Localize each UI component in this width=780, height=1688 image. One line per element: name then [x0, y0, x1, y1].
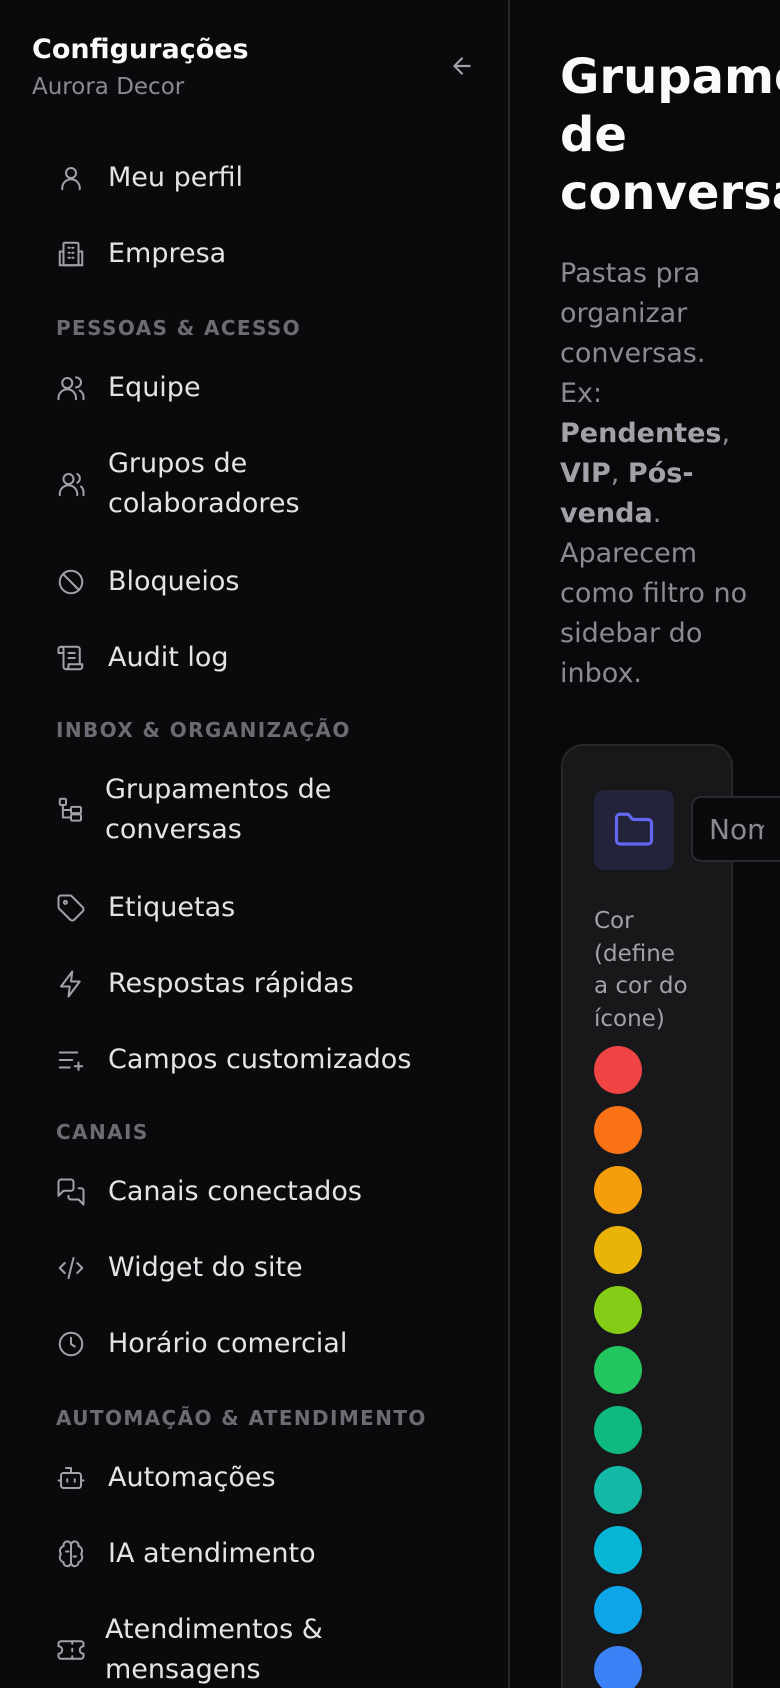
users-icon — [56, 373, 86, 403]
sidebar-item-widget-site[interactable]: Widget do site — [56, 1248, 456, 1288]
sidebar-item-ia-atendimento[interactable]: IA atendimento — [56, 1534, 456, 1574]
users-group-icon — [56, 469, 86, 499]
color-swatch[interactable] — [594, 1346, 642, 1394]
sidebar-item-label: Empresa — [108, 238, 227, 269]
sidebar-item-grupos-colaboradores[interactable]: Grupos de colaboradores — [56, 444, 456, 524]
sidebar-item-label: Widget do site — [108, 1252, 303, 1283]
color-swatch[interactable] — [594, 1166, 642, 1214]
color-label: Cor (define a cor do ícone) — [594, 908, 688, 1032]
sidebar-item-label: Bloqueios — [108, 566, 240, 597]
sidebar-item-campos-customizados[interactable]: Campos customizados — [56, 1040, 456, 1080]
sidebar-item-bloqueios[interactable]: Bloqueios — [56, 562, 456, 602]
sidebar-item-grupamentos[interactable]: Grupamentos de conversas — [56, 770, 456, 850]
sidebar-header: Configurações Aurora Decor — [32, 30, 249, 104]
group-name-input[interactable] — [691, 796, 780, 862]
icon-preview — [594, 790, 674, 870]
messages-icon — [56, 1177, 86, 1207]
sidebar-item-label: Horário comercial — [108, 1328, 348, 1359]
sidebar-item-label: Etiquetas — [108, 892, 236, 923]
sidebar-item-canais-conectados[interactable]: Canais conectados — [56, 1172, 456, 1212]
section-label-automacao: AUTOMAÇÃO & ATENDIMENTO — [56, 1406, 427, 1430]
new-group-form-card — [561, 744, 733, 1688]
bot-icon — [56, 1463, 86, 1493]
color-swatch[interactable] — [594, 1646, 642, 1688]
page-title-line: conversas — [560, 165, 780, 221]
color-swatch[interactable] — [594, 1526, 642, 1574]
scroll-icon — [56, 643, 86, 673]
page-title-line: Grupamentos — [560, 49, 780, 105]
sidebar-item-horario-comercial[interactable]: Horário comercial — [56, 1324, 456, 1364]
sidebar-item-automacoes[interactable]: Automações — [56, 1458, 456, 1498]
sidebar-item-atendimentos-mensagens[interactable]: Atendimentos & mensagens — [56, 1610, 456, 1688]
sidebar-item-etiquetas[interactable]: Etiquetas — [56, 888, 456, 928]
code-icon — [56, 1253, 86, 1283]
sidebar-title: Configurações — [32, 34, 249, 65]
ban-icon — [56, 567, 86, 597]
sidebar-item-audit-log[interactable]: Audit log — [56, 638, 456, 678]
color-swatch[interactable] — [594, 1046, 642, 1094]
user-icon — [56, 163, 86, 193]
clock-icon — [56, 1329, 86, 1359]
description-intro: Pastas pra organizar conversas. Ex: — [560, 258, 706, 409]
color-swatch[interactable] — [594, 1106, 642, 1154]
section-label-people: PESSOAS & ACESSO — [56, 316, 302, 340]
sidebar-item-label: Grupamentos de conversas — [105, 774, 332, 845]
sidebar-item-label: Atendimentos & mensagens — [105, 1614, 323, 1685]
sidebar-item-label: Audit log — [108, 642, 229, 673]
sidebar-item-label: Respostas rápidas — [108, 968, 354, 999]
color-swatch[interactable] — [594, 1586, 642, 1634]
example-pendentes: Pendentes — [560, 418, 722, 449]
zap-icon — [56, 969, 86, 999]
back-button[interactable] — [444, 48, 480, 84]
sidebar-item-label: Equipe — [108, 372, 201, 403]
sidebar-item-label: Canais conectados — [108, 1176, 362, 1207]
brain-icon — [56, 1539, 86, 1569]
sidebar-item-label: Grupos de colaboradores — [108, 448, 300, 519]
sidebar-item-respostas-rapidas[interactable]: Respostas rápidas — [56, 964, 456, 1004]
color-swatch[interactable] — [594, 1226, 642, 1274]
workspace-name: Aurora Decor — [32, 74, 185, 100]
sidebar-item-label: IA atendimento — [108, 1538, 316, 1569]
sidebar-item-label: Meu perfil — [108, 162, 243, 193]
arrow-left-icon — [453, 57, 471, 75]
building-icon — [56, 239, 86, 269]
sidebar-item-empresa[interactable]: Empresa — [56, 234, 456, 274]
sidebar-item-label: Campos customizados — [108, 1044, 412, 1075]
color-swatch[interactable] — [594, 1286, 642, 1334]
sidebar-item-meu-perfil[interactable]: Meu perfil — [56, 158, 456, 198]
color-swatch[interactable] — [594, 1466, 642, 1514]
folder-tree-icon — [56, 795, 86, 825]
description-outro: Aparecem como filtro no sidebar do inbox… — [560, 538, 748, 689]
tag-icon — [56, 893, 86, 923]
section-label-canais: CANAIS — [56, 1120, 149, 1144]
color-swatch[interactable] — [594, 1406, 642, 1454]
sidebar-item-equipe[interactable]: Equipe — [56, 368, 456, 408]
sidebar-item-label: Automações — [108, 1462, 276, 1493]
list-plus-icon — [56, 1045, 86, 1075]
example-vip: VIP — [560, 458, 611, 489]
page-description: Pastas pra organizar conversas. Ex: Pend… — [560, 258, 748, 689]
settings-sidebar: Configurações Aurora Decor Meu perfil Em… — [0, 0, 510, 1688]
page-title-line: de — [560, 107, 627, 163]
section-label-inbox: INBOX & ORGANIZAÇÃO — [56, 718, 351, 742]
ticket-icon — [56, 1635, 86, 1665]
folder-icon — [614, 812, 654, 846]
page-title: Grupamentos de conversas — [560, 48, 780, 222]
settings-app: Configurações Aurora Decor Meu perfil Em… — [0, 0, 780, 1688]
